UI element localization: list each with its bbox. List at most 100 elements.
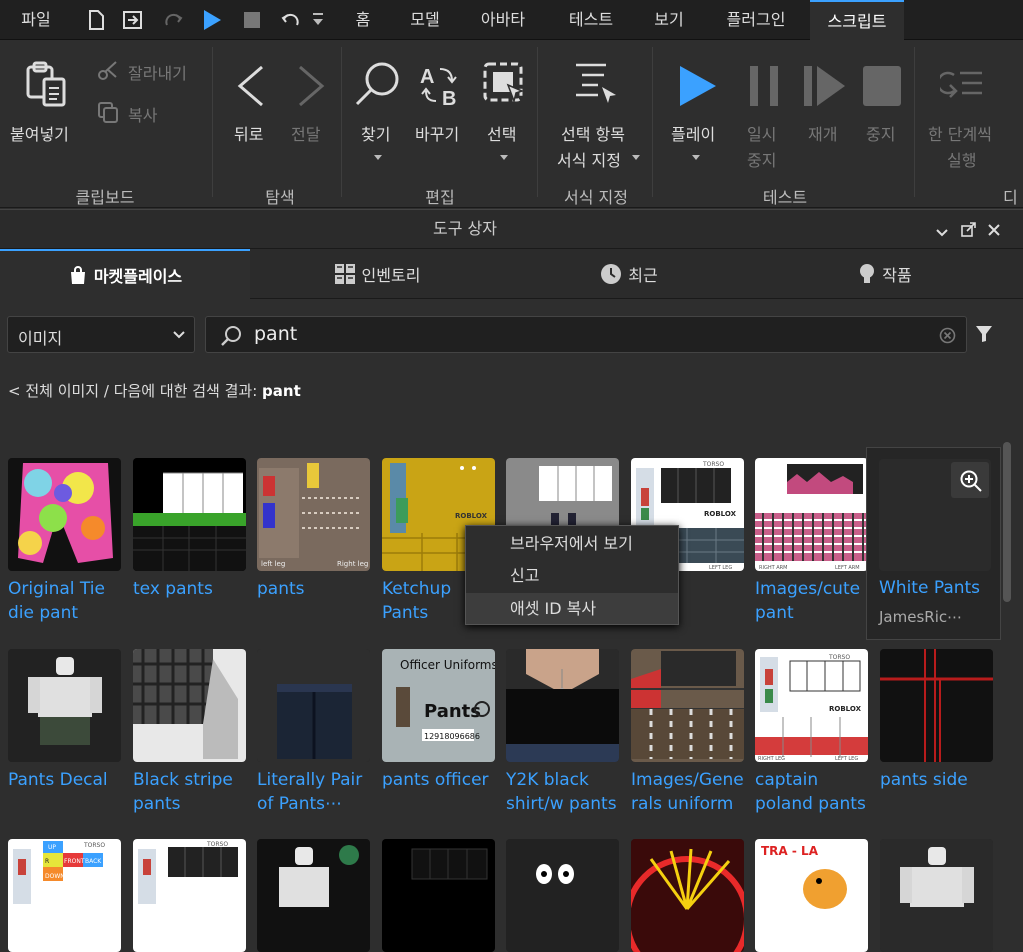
pause-label[interactable]: 일시 (747, 121, 776, 145)
asset-thumbnail[interactable] (506, 839, 619, 952)
asset-thumbnail[interactable] (133, 649, 246, 762)
asset-thumbnail[interactable]: TORSO ROBLOX RIGHT LEG LEFT LEG (755, 649, 868, 762)
asset-name[interactable]: captain poland pants (755, 768, 873, 816)
menu-item-report[interactable]: 신고 (466, 560, 678, 591)
asset-thumbnail[interactable] (880, 649, 993, 762)
close-icon[interactable] (987, 223, 1001, 241)
format-selection-label-2[interactable]: 서식 지정 (557, 147, 621, 171)
quick-access-dropdown-icon[interactable] (310, 8, 326, 32)
asset-name[interactable]: pants side (880, 768, 998, 792)
asset-thumbnail[interactable] (133, 458, 246, 571)
find-label[interactable]: 찾기 (361, 121, 390, 145)
menu-item-view-in-browser[interactable]: 브라우저에서 보기 (466, 528, 678, 559)
step-label-2[interactable]: 실행 (947, 147, 976, 171)
copy-icon[interactable] (97, 101, 119, 127)
asset-name[interactable]: pants officer (382, 768, 500, 792)
pause-icon[interactable] (748, 65, 780, 111)
tab-recent[interactable]: 최근 (504, 249, 754, 299)
search-input[interactable]: pant (205, 316, 967, 353)
redo-icon[interactable] (162, 8, 186, 32)
menu-item-copy-asset-id[interactable]: 애셋 ID 복사 (466, 593, 678, 624)
asset-thumbnail[interactable] (8, 458, 121, 571)
find-icon[interactable] (354, 61, 402, 111)
asset-thumbnail[interactable] (257, 649, 370, 762)
replace-label[interactable]: 바꾸기 (415, 121, 459, 145)
stop-label[interactable]: 중지 (866, 121, 895, 145)
resume-icon[interactable] (803, 65, 847, 111)
find-dropdown-icon[interactable] (374, 155, 382, 160)
filter-icon[interactable] (975, 325, 993, 347)
scrollbar[interactable] (1003, 442, 1011, 602)
select-dropdown-icon[interactable] (500, 155, 508, 160)
category-select[interactable]: 이미지 (7, 316, 195, 353)
tab-avatar[interactable]: 아바타 (472, 0, 534, 40)
asset-name[interactable]: tex pants (133, 577, 251, 601)
play-icon[interactable] (200, 8, 224, 32)
asset-name[interactable]: Black stripe pants (133, 768, 251, 816)
play-button-icon[interactable] (678, 65, 718, 111)
asset-thumbnail[interactable] (631, 839, 744, 952)
asset-creator[interactable]: JamesRic⋯ (879, 608, 962, 626)
replace-icon[interactable]: AB (418, 63, 464, 111)
tab-model[interactable]: 모델 (400, 0, 450, 40)
forward-arrow-icon[interactable] (296, 65, 326, 111)
breadcrumb-path[interactable]: < 전체 이미지 / 다음에 대한 검색 결과: (8, 382, 262, 400)
zoom-button[interactable] (951, 462, 989, 498)
cut-label[interactable]: 잘라내기 (128, 60, 187, 84)
undo-icon[interactable] (278, 8, 302, 32)
asset-thumbnail[interactable] (506, 649, 619, 762)
tab-inventory[interactable]: 인벤토리 (252, 249, 502, 299)
asset-name[interactable]: Y2K black shirt/w pants (506, 768, 624, 816)
back-arrow-icon[interactable] (236, 65, 266, 111)
asset-thumbnail[interactable]: RIGHT ARM LEFT ARM (755, 458, 868, 571)
stop-icon[interactable] (240, 8, 264, 32)
asset-name[interactable]: Pants Decal (8, 768, 126, 792)
asset-name[interactable]: Images/cute pant (755, 577, 873, 625)
asset-thumbnail[interactable] (880, 839, 993, 952)
play-dropdown-icon[interactable] (692, 155, 700, 160)
pause-label-2[interactable]: 중지 (747, 147, 776, 171)
paste-label[interactable]: 붙여넣기 (10, 121, 69, 145)
chevron-down-icon[interactable] (935, 224, 949, 242)
copy-label[interactable]: 복사 (128, 102, 157, 126)
asset-name[interactable]: Original Tie die pant (8, 577, 126, 625)
tab-plugins[interactable]: 플러그인 (714, 0, 798, 40)
asset-thumbnail[interactable]: TORSO UP R FRONT BACK DOWN (8, 839, 121, 952)
asset-thumbnail[interactable]: Officer Uniforms Pants 12918096686 (382, 649, 495, 762)
asset-thumbnail[interactable] (382, 839, 495, 952)
select-icon[interactable] (482, 61, 528, 111)
forward-label[interactable]: 전달 (291, 121, 320, 145)
step-into-icon[interactable] (936, 69, 986, 107)
asset-hover-card[interactable]: White Pants JamesRic⋯ (866, 447, 1001, 640)
tab-home[interactable]: 홈 (346, 0, 380, 40)
new-file-icon[interactable] (84, 8, 108, 32)
clear-search-icon[interactable] (939, 327, 956, 344)
resume-label[interactable]: 재개 (808, 121, 837, 145)
asset-name[interactable]: pants (257, 577, 375, 601)
tab-marketplace[interactable]: 마켓플레이스 (0, 249, 250, 299)
asset-thumbnail[interactable] (8, 649, 121, 762)
play-label[interactable]: 플레이 (671, 121, 715, 145)
tab-creations[interactable]: 작품 (760, 249, 1010, 299)
format-dropdown-icon[interactable] (632, 155, 640, 160)
format-selection-label[interactable]: 선택 항목 (561, 121, 625, 145)
select-label[interactable]: 선택 (487, 121, 516, 145)
asset-thumbnail[interactable]: TRA - LA (755, 839, 868, 952)
tab-file[interactable]: 파일 (10, 0, 62, 40)
asset-thumbnail[interactable] (631, 649, 744, 762)
format-selection-icon[interactable] (574, 61, 620, 111)
stop-button-icon[interactable] (862, 65, 902, 111)
scissors-icon[interactable] (97, 60, 119, 84)
asset-thumbnail[interactable]: left leg Right leg (257, 458, 370, 571)
step-label[interactable]: 한 단계씩 (928, 121, 992, 145)
tab-view[interactable]: 보기 (646, 0, 692, 40)
asset-name[interactable]: White Pants (879, 578, 980, 598)
tab-script[interactable]: 스크립트 (810, 0, 904, 40)
asset-thumbnail[interactable]: TORSO (133, 839, 246, 952)
tab-test[interactable]: 테스트 (558, 0, 624, 40)
asset-name[interactable]: Literally Pair of Pants⋯ (257, 768, 375, 816)
asset-name[interactable]: Images/Gene rals uniform (631, 768, 749, 816)
back-label[interactable]: 뒤로 (234, 121, 263, 145)
asset-thumbnail[interactable] (257, 839, 370, 952)
paste-icon[interactable] (24, 61, 68, 111)
